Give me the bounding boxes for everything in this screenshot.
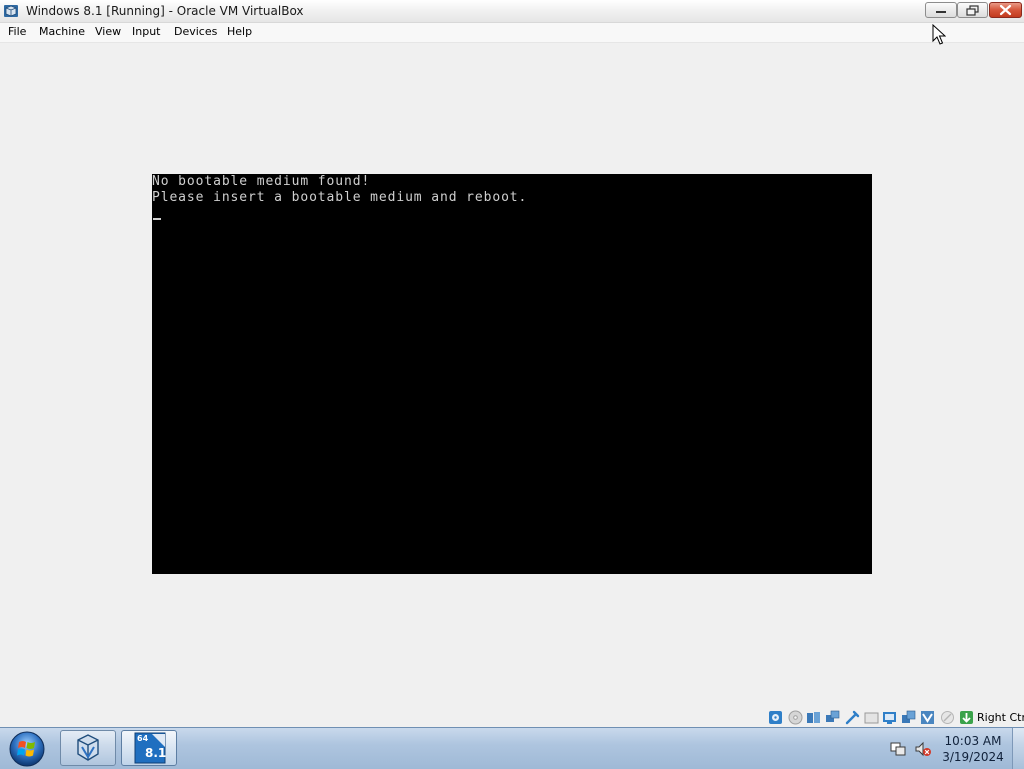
taskbar-windows-8-1-vm[interactable]: 64 8.1 bbox=[121, 730, 177, 766]
menu-machine[interactable]: Machine bbox=[39, 25, 85, 38]
restore-button[interactable] bbox=[957, 2, 988, 18]
menu-input[interactable]: Input bbox=[132, 25, 160, 38]
title-bar[interactable]: Windows 8.1 [Running] - Oracle VM Virtua… bbox=[0, 0, 1024, 23]
vm-label-8-1: 8.1 bbox=[145, 746, 167, 760]
console-cursor bbox=[153, 218, 161, 220]
clock-date: 3/19/2024 bbox=[942, 750, 1004, 764]
audio-icon[interactable] bbox=[806, 710, 821, 725]
mouse-pointer-icon bbox=[932, 24, 946, 45]
host-key-label: Right Ctrl bbox=[977, 711, 1024, 724]
console-line-2: Please insert a bootable medium and rebo… bbox=[152, 190, 528, 205]
menu-view[interactable]: View bbox=[95, 25, 121, 38]
menu-file[interactable]: File bbox=[8, 25, 26, 38]
network-icon[interactable] bbox=[825, 710, 840, 725]
clock-time: 10:03 AM bbox=[944, 734, 1002, 748]
close-icon bbox=[999, 4, 1012, 16]
vm-badge-64: 64 bbox=[137, 734, 149, 743]
start-button[interactable] bbox=[8, 730, 46, 768]
virtualbox-icon bbox=[4, 5, 18, 17]
close-button[interactable] bbox=[989, 2, 1022, 18]
virtualization-icon[interactable] bbox=[920, 710, 935, 725]
hard-disk-icon[interactable] bbox=[768, 710, 783, 725]
minimize-icon bbox=[936, 11, 946, 13]
system-clock[interactable]: 10:03 AM 3/19/2024 bbox=[936, 733, 1010, 765]
video-capture-icon[interactable] bbox=[901, 710, 916, 725]
virtualbox-manager-icon bbox=[77, 734, 99, 761]
menu-devices[interactable]: Devices bbox=[174, 25, 217, 38]
menu-help[interactable]: Help bbox=[227, 25, 252, 38]
taskbar: 64 8.1 10:03 AM 3/19/2024 bbox=[0, 727, 1024, 769]
host-key-arrow-icon[interactable] bbox=[959, 710, 974, 725]
optical-drive-icon[interactable] bbox=[788, 710, 803, 725]
console-line-1: No bootable medium found! bbox=[152, 174, 371, 189]
minimize-button[interactable] bbox=[925, 2, 957, 18]
menu-bar: File Machine View Input Devices Help bbox=[0, 23, 1024, 43]
restore-icon bbox=[966, 5, 979, 16]
volume-muted-icon[interactable] bbox=[914, 740, 932, 758]
taskbar-virtualbox-manager[interactable] bbox=[60, 730, 116, 766]
display-icon[interactable] bbox=[882, 710, 897, 725]
usb-icon[interactable] bbox=[845, 710, 860, 725]
mouse-integration-icon[interactable] bbox=[940, 710, 955, 725]
network-tray-icon[interactable] bbox=[889, 740, 907, 758]
shared-folders-icon[interactable] bbox=[864, 710, 879, 725]
show-desktop-button[interactable] bbox=[1012, 728, 1024, 769]
window-title: Windows 8.1 [Running] - Oracle VM Virtua… bbox=[26, 4, 304, 18]
vm-display[interactable]: No bootable medium found! Please insert … bbox=[152, 174, 872, 574]
